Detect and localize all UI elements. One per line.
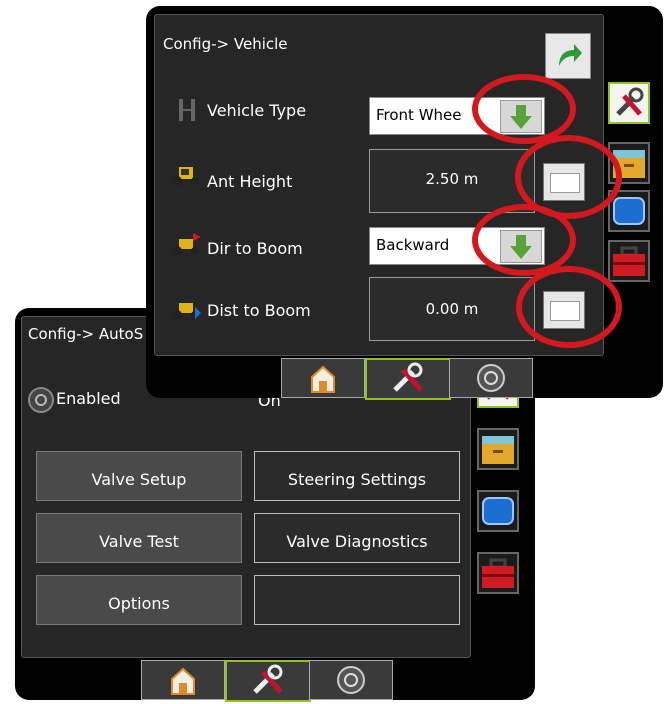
dir-to-boom-label: Dir to Boom bbox=[207, 239, 303, 258]
red-toolbox-icon bbox=[482, 558, 514, 588]
file-cabinet-icon bbox=[613, 150, 645, 178]
steering-settings-button[interactable]: Steering Settings bbox=[254, 451, 460, 501]
steering-wheel-icon bbox=[28, 387, 54, 413]
tools-icon bbox=[253, 664, 283, 694]
dir-to-boom-dropdown[interactable]: Backward bbox=[369, 227, 545, 265]
empty-button[interactable] bbox=[254, 575, 460, 625]
valve-setup-button[interactable]: Valve Setup bbox=[36, 451, 242, 501]
vehicle-config-screen: Config-> Vehicle Vehicle Type Front Whee bbox=[146, 6, 663, 400]
green-down-arrow-icon bbox=[510, 235, 532, 259]
keypad-icon bbox=[550, 301, 580, 321]
enabled-label: Enabled bbox=[56, 389, 121, 408]
valve-test-button[interactable]: Valve Test bbox=[36, 513, 242, 563]
vehicle-panel: Config-> Vehicle Vehicle Type Front Whee bbox=[154, 14, 604, 356]
side-tab-files[interactable] bbox=[608, 142, 650, 184]
bottom-tab-tools[interactable] bbox=[365, 358, 451, 400]
bottom-tab-home[interactable] bbox=[141, 660, 225, 700]
page-title: Config-> AutoS bbox=[28, 325, 144, 343]
dist-to-boom-label: Dist to Boom bbox=[207, 301, 311, 320]
back-button[interactable] bbox=[545, 33, 591, 79]
side-tab-display[interactable] bbox=[477, 490, 519, 532]
blue-screen-icon bbox=[482, 497, 514, 525]
tractor-direction-icon bbox=[169, 231, 201, 257]
steering-wheel-icon bbox=[477, 364, 505, 392]
side-tab-files[interactable] bbox=[477, 428, 519, 470]
file-cabinet-icon bbox=[482, 436, 514, 464]
dist-to-boom-value: 0.00 m bbox=[425, 300, 479, 318]
vehicle-axle-icon bbox=[173, 97, 203, 123]
keypad-icon bbox=[550, 173, 580, 193]
tools-icon bbox=[616, 87, 644, 116]
tools-icon bbox=[393, 362, 423, 392]
ant-height-label: Ant Height bbox=[207, 172, 293, 191]
dist-to-boom-keypad-button[interactable] bbox=[543, 291, 585, 329]
side-tab-tools[interactable] bbox=[608, 82, 650, 124]
ant-height-value: 2.50 m bbox=[425, 170, 479, 188]
green-down-arrow-icon bbox=[510, 105, 532, 129]
red-toolbox-icon bbox=[613, 246, 645, 276]
ant-height-field[interactable]: 2.50 m bbox=[369, 149, 535, 213]
valve-diagnostics-button[interactable]: Valve Diagnostics bbox=[254, 513, 460, 563]
bottom-tab-steering[interactable] bbox=[309, 660, 393, 700]
tractor-antenna-icon bbox=[169, 161, 199, 187]
side-tab-toolbox[interactable] bbox=[477, 552, 519, 594]
dir-to-boom-dropdown-button[interactable] bbox=[500, 230, 542, 263]
ant-height-keypad-button[interactable] bbox=[543, 163, 585, 201]
page-title: Config-> Vehicle bbox=[163, 35, 288, 53]
dist-to-boom-field[interactable]: 0.00 m bbox=[369, 277, 535, 341]
home-icon bbox=[171, 667, 195, 695]
blue-screen-icon bbox=[613, 197, 645, 225]
steering-wheel-icon bbox=[337, 666, 365, 694]
vehicle-type-value: Front Whee bbox=[376, 106, 462, 124]
bottom-tab-steering[interactable] bbox=[449, 358, 533, 398]
bottom-tab-tools[interactable] bbox=[225, 660, 311, 702]
side-tab-toolbox[interactable] bbox=[608, 240, 650, 282]
vehicle-type-dropdown[interactable]: Front Whee bbox=[369, 97, 545, 135]
bottom-tab-home[interactable] bbox=[281, 358, 365, 398]
home-icon bbox=[311, 365, 335, 393]
back-arrow-icon bbox=[559, 44, 582, 66]
tractor-distance-icon bbox=[169, 295, 201, 321]
dir-to-boom-value: Backward bbox=[376, 236, 450, 254]
side-tab-display[interactable] bbox=[608, 190, 650, 232]
vehicle-type-label: Vehicle Type bbox=[207, 101, 307, 120]
vehicle-type-dropdown-button[interactable] bbox=[500, 100, 542, 133]
options-button[interactable]: Options bbox=[36, 575, 242, 625]
